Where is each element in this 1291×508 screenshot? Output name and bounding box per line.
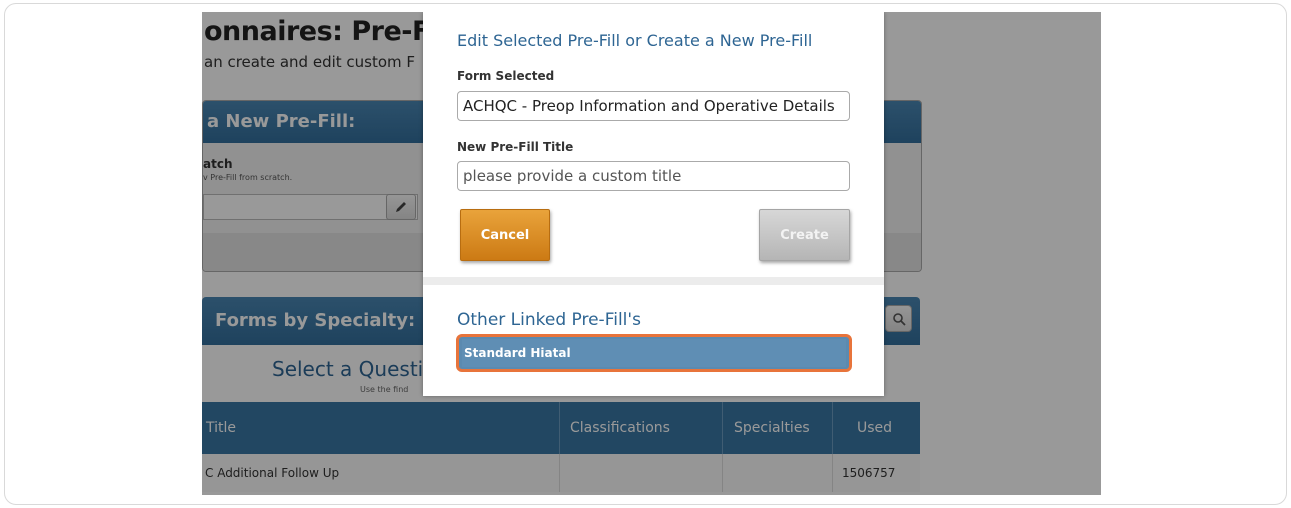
- modal-divider: [423, 277, 884, 285]
- screenshot-frame: onnaires: Pre-Fil an create and edit cus…: [4, 3, 1287, 505]
- linked-prefills-title: Other Linked Pre-Fill's: [457, 310, 641, 330]
- linked-prefill-label: Standard Hiatal: [462, 339, 846, 367]
- new-prefill-title-label: New Pre-Fill Title: [457, 140, 574, 154]
- modal-title: Edit Selected Pre-Fill or Create a New P…: [457, 31, 813, 50]
- browser-viewport: onnaires: Pre-Fil an create and edit cus…: [202, 12, 1101, 495]
- cancel-button[interactable]: Cancel: [460, 209, 550, 261]
- new-prefill-title-input[interactable]: please provide a custom title: [457, 161, 850, 191]
- create-button[interactable]: Create: [759, 209, 850, 261]
- linked-prefill-item[interactable]: Standard Hiatal: [456, 334, 852, 372]
- prefill-modal: Edit Selected Pre-Fill or Create a New P…: [423, 12, 884, 396]
- form-selected-field[interactable]: ACHQC - Preop Information and Operative …: [457, 91, 850, 121]
- form-selected-label: Form Selected: [457, 69, 555, 83]
